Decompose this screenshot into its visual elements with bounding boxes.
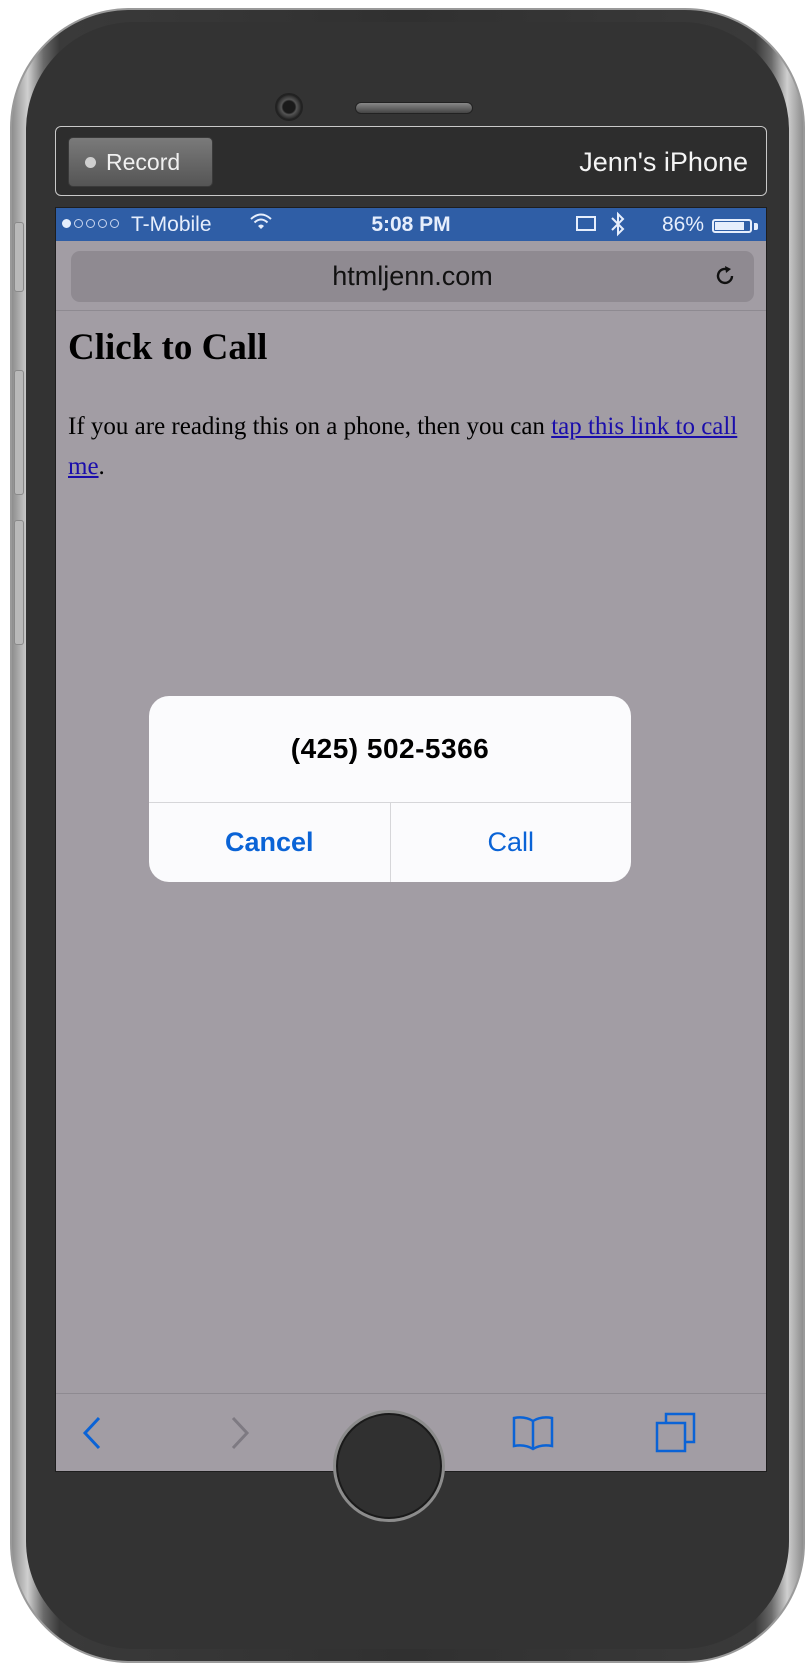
volume-down-button [14,520,24,645]
paragraph-end: . [98,453,105,480]
recorder-bar: Record Jenn's iPhone [55,126,767,196]
mute-switch [14,222,24,292]
battery-icon [712,219,752,233]
battery-tip [754,223,758,230]
bluetooth-icon [610,211,626,243]
bookmarks-icon[interactable] [503,1394,563,1471]
web-page-content: Click to Call If you are reading this on… [68,326,754,487]
call-dialog: (425) 502-5366 Cancel Call [149,696,631,882]
phone-screen: T-Mobile 5:08 PM 86% htmljenn.com Click … [55,207,767,1472]
paragraph-text: If you are reading this on a phone, then… [68,413,552,440]
front-camera [275,93,303,121]
cancel-button[interactable]: Cancel [149,803,391,882]
record-button[interactable]: Record [68,137,213,187]
earpiece-speaker [355,102,473,114]
back-icon[interactable] [62,1394,122,1471]
volume-up-button [14,370,24,495]
status-bar: T-Mobile 5:08 PM 86% [56,208,766,241]
tabs-icon[interactable] [646,1394,706,1471]
dialog-actions: Cancel Call [149,803,631,882]
record-dot-icon [85,156,96,168]
page-paragraph: If you are reading this on a phone, then… [68,407,754,487]
device-name: Jenn's iPhone [579,147,748,177]
home-button[interactable] [333,1410,445,1522]
safari-address-area: htmljenn.com [56,241,766,311]
address-bar[interactable]: htmljenn.com [71,251,754,302]
battery-percent: 86% [661,213,704,236]
status-time: 5:08 PM [371,213,451,236]
dialog-phone-number: (425) 502-5366 [149,696,631,803]
page-heading: Click to Call [68,327,268,368]
airplay-icon [576,216,596,231]
call-button[interactable]: Call [391,803,632,882]
reload-icon[interactable] [712,263,738,293]
record-label: Record [106,148,181,175]
forward-icon[interactable] [210,1394,270,1471]
url-text: htmljenn.com [332,261,493,291]
